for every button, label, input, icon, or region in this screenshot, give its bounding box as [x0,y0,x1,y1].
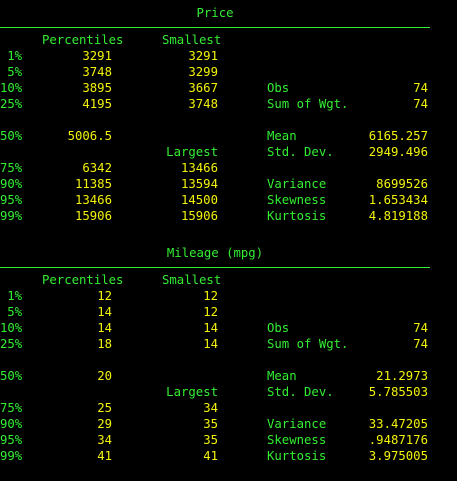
order-value: 35 [203,433,218,447]
stat-value: 74 [413,97,428,111]
percentile-label: 99% [0,209,23,223]
percentile-label: 90% [0,177,23,191]
order-value: 14 [203,321,218,335]
percentile-label: 1% [7,49,22,63]
table-row: 90% 11385 13594 Variance 8699526 [0,176,457,192]
percentile-label: 75% [0,401,23,415]
table-row: Std. Dev. 2949.496 Largest [0,144,457,160]
order-value: 3291 [188,49,218,63]
percentile-label: 5% [7,65,22,79]
stat-value: 21.2973 [376,369,428,383]
table-row: 95% 13466 14500 Skewness 1.653434 [0,192,457,208]
table-row: 1% 12 12 [0,288,457,304]
percentile-value: 34 [97,433,112,447]
table-row: 10% 14 14 Obs 74 [0,320,457,336]
order-value: 12 [203,289,218,303]
table-title: Price [196,6,234,20]
stat-value: 2949.496 [368,145,428,159]
percentile-value: 4195 [82,97,112,111]
table-row: Std. Dev. 5.785503 Largest [0,384,457,400]
smallest-header: Smallest [162,33,222,47]
percentile-value: 15906 [74,209,112,223]
stat-value: 4.819188 [368,209,428,223]
percentile-label: 75% [0,161,23,175]
stat-value: 8699526 [376,177,428,191]
percentile-label: 10% [0,81,23,95]
table-row: 75% 25 34 [0,400,457,416]
percentile-value: 11385 [74,177,112,191]
table-row: 90% 29 35 Variance 33.47205 [0,416,457,432]
percentile-value: 14 [97,321,112,335]
percentile-label: 25% [0,337,23,351]
stat-value: 74 [413,337,428,351]
table-row: 75% 6342 13466 [0,160,457,176]
order-value: 12 [203,305,218,319]
table-row: 25% 4195 3748 Sum of Wgt. 74 [0,96,457,112]
order-value: 3667 [188,81,218,95]
percentiles-header: Percentiles [42,273,124,287]
percentile-label: 95% [0,433,23,447]
order-value: 3299 [188,65,218,79]
percentile-value: 25 [97,401,112,415]
stat-value: 1.653434 [368,193,428,207]
percentile-label: 50% [0,129,23,143]
largest-header: Largest [166,145,218,159]
table-row: 50% 20 Mean 21.2973 [0,368,457,384]
table-row: 25% 18 14 Sum of Wgt. 74 [0,336,457,352]
table-title: Mileage (mpg) [166,246,264,260]
table-row: 50% 5006.5 Mean 6165.257 [0,128,457,144]
order-value: 15906 [180,209,218,223]
percentile-value: 29 [97,417,112,431]
table-row: 5% 3748 3299 [0,64,457,80]
stat-value: 74 [413,321,428,335]
percentile-label: 1% [7,289,22,303]
table-row: 99% 15906 15906 Kurtosis 4.819188 [0,208,457,224]
percentile-value: 3748 [82,65,112,79]
column-headers: Percentiles Smallest [0,32,457,48]
percentile-label: 99% [0,449,23,463]
percentile-value: 41 [97,449,112,463]
order-value: 34 [203,401,218,415]
table-row: 5% 14 12 [0,304,457,320]
table-row: 10% 3895 3667 Obs 74 [0,80,457,96]
order-value: 14 [203,337,218,351]
table-row: 99% 41 41 Kurtosis 3.975005 [0,448,457,464]
column-headers: Percentiles Smallest [0,272,457,288]
order-value: 3748 [188,97,218,111]
order-value: 35 [203,417,218,431]
table-rule [0,27,430,28]
percentiles-header: Percentiles [42,33,124,47]
percentile-value: 6342 [82,161,112,175]
percentile-value: 12 [97,289,112,303]
order-value: 13466 [180,161,218,175]
largest-header: Largest [166,385,218,399]
table-row: 1% 3291 3291 [0,48,457,64]
table-row: 95% 34 35 Skewness .9487176 [0,432,457,448]
percentile-value: 3291 [82,49,112,63]
stat-value: .9487176 [368,433,428,447]
percentile-value: 18 [97,337,112,351]
stat-value: 6165.257 [368,129,428,143]
percentile-value: 14 [97,305,112,319]
table-rule [0,267,430,268]
percentile-value: 13466 [74,193,112,207]
percentile-value: 20 [97,369,112,383]
percentile-label: 25% [0,97,23,111]
percentile-label: 90% [0,417,23,431]
stat-value: 33.47205 [368,417,428,431]
smallest-header: Smallest [162,273,222,287]
order-value: 41 [203,449,218,463]
percentile-value: 3895 [82,81,112,95]
percentile-label: 95% [0,193,23,207]
stat-value: 5.785503 [368,385,428,399]
stat-value: 3.975005 [368,449,428,463]
order-value: 13594 [180,177,218,191]
stat-value: 74 [413,81,428,95]
percentile-label: 5% [7,305,22,319]
percentile-label: 50% [0,369,23,383]
percentile-value: 5006.5 [67,129,112,143]
order-value: 14500 [180,193,218,207]
percentile-label: 10% [0,321,23,335]
